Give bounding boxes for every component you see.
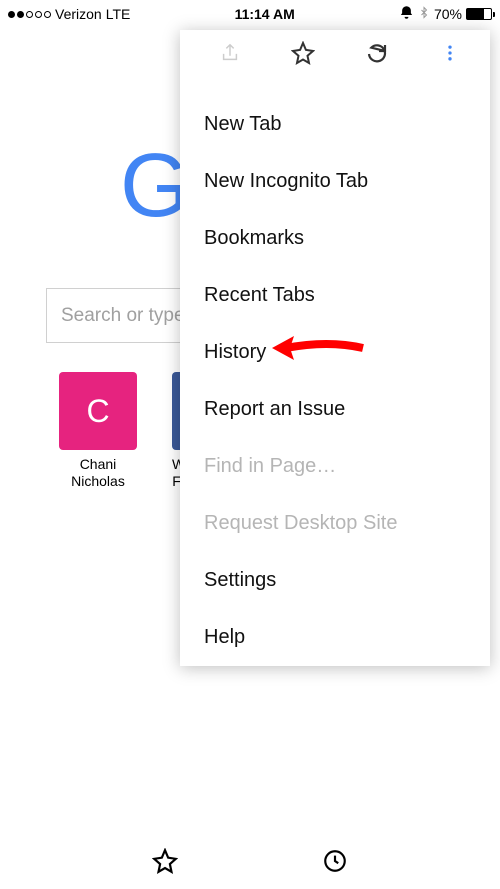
menu-item-settings[interactable]: Settings: [180, 552, 490, 609]
menu-item-help[interactable]: Help: [180, 609, 490, 666]
clock: 11:14 AM: [235, 6, 295, 22]
menu-item-desktop-site: Request Desktop Site: [180, 495, 490, 552]
menu-item-find-in-page: Find in Page…: [180, 438, 490, 495]
network-label: LTE: [106, 6, 131, 22]
menu-item-bookmarks[interactable]: Bookmarks: [180, 210, 490, 267]
history-tab-icon[interactable]: [322, 848, 348, 879]
tile-box: C: [59, 372, 137, 450]
more-vert-icon[interactable]: [428, 43, 472, 63]
reload-icon[interactable]: [355, 41, 399, 65]
signal-dots-icon: [8, 11, 51, 18]
menu-list: New Tab New Incognito Tab Bookmarks Rece…: [180, 76, 490, 666]
battery-icon: [466, 8, 492, 20]
bottom-bar: [0, 848, 500, 879]
tile-label: Chani Nicholas: [71, 456, 125, 490]
tile-letter: C: [86, 393, 109, 430]
alarm-icon: [399, 5, 414, 23]
status-right: 70%: [399, 5, 492, 23]
bookmarks-tab-icon[interactable]: [152, 848, 178, 879]
search-placeholder: Search or type: [61, 305, 185, 327]
menu-item-report-issue[interactable]: Report an Issue: [180, 381, 490, 438]
carrier-label: Verizon: [55, 6, 102, 22]
status-bar: Verizon LTE 11:14 AM 70%: [0, 0, 500, 28]
share-icon[interactable]: [208, 42, 252, 64]
menu-item-new-incognito[interactable]: New Incognito Tab: [180, 153, 490, 210]
battery-pct: 70%: [434, 6, 462, 22]
bluetooth-icon: [418, 5, 430, 23]
star-icon[interactable]: [281, 41, 325, 65]
status-left: Verizon LTE: [8, 6, 130, 22]
tile-chani[interactable]: C Chani Nicholas: [58, 372, 138, 490]
annotation-arrow-icon: [268, 330, 368, 371]
menu-item-new-tab[interactable]: New Tab: [180, 96, 490, 153]
menu-top-row: [180, 30, 490, 76]
menu-item-recent-tabs[interactable]: Recent Tabs: [180, 267, 490, 324]
google-logo: G: [120, 135, 186, 238]
